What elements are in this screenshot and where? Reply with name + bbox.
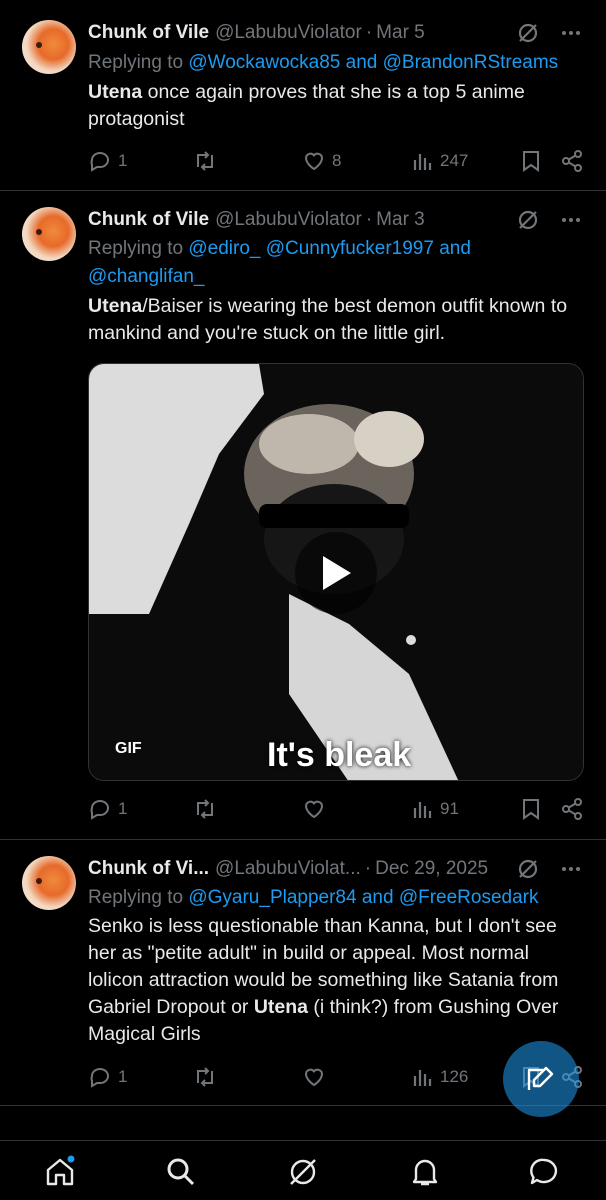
share-icon	[562, 150, 582, 172]
tweet-1[interactable]: Chunk of Vile @LabubuViolator · Mar 5 Re…	[0, 0, 606, 190]
views-button[interactable]: 247	[412, 146, 468, 176]
bookmark-icon	[523, 799, 539, 820]
more-icon[interactable]	[560, 209, 582, 231]
reply-count: 1	[118, 1067, 128, 1086]
repost-button[interactable]	[192, 794, 224, 824]
grok-icon[interactable]	[516, 208, 540, 232]
repost-button[interactable]	[192, 1062, 224, 1092]
repost-button[interactable]	[192, 146, 224, 176]
bookmark-icon	[523, 151, 539, 172]
avatar[interactable]	[22, 207, 76, 261]
author-handle[interactable]: @LabubuViolator	[215, 22, 362, 44]
compose-button[interactable]	[503, 1041, 579, 1117]
play-button[interactable]	[295, 532, 377, 614]
action-bar: 1 91	[88, 794, 588, 824]
nav-notifications[interactable]	[408, 1155, 442, 1189]
author-name[interactable]: Chunk of Vi...	[88, 858, 209, 880]
grok-icon[interactable]	[516, 857, 540, 881]
avatar[interactable]	[22, 20, 76, 74]
repost-icon	[197, 1067, 213, 1087]
repost-icon	[197, 151, 213, 171]
like-icon	[304, 1068, 324, 1087]
reply-count: 1	[118, 799, 128, 818]
nav-grok[interactable]	[286, 1155, 320, 1189]
reply-button[interactable]: 1	[88, 794, 127, 824]
like-icon	[304, 152, 324, 171]
gif-media[interactable]: GIF It's bleak	[88, 363, 584, 781]
author-name[interactable]: Chunk of Vile	[88, 209, 209, 231]
views-count: 126	[440, 1067, 469, 1086]
bookmark-button[interactable]	[520, 794, 542, 824]
tweet-date[interactable]: Mar 3	[376, 209, 425, 231]
views-icon	[413, 154, 432, 170]
like-count: 8	[332, 151, 342, 170]
reply-button[interactable]: 1	[88, 146, 127, 176]
tweet-date[interactable]: Dec 29, 2025	[375, 858, 488, 880]
reply-mentions[interactable]: @Wockawocka85 and @BrandonRStreams	[188, 52, 558, 73]
grok-icon	[290, 1159, 316, 1185]
repost-icon	[197, 799, 213, 819]
tweet-text-body: once again proves that she is a top 5 an…	[88, 81, 525, 130]
separator-dot: ·	[365, 209, 373, 230]
like-button[interactable]: 8	[302, 146, 341, 176]
separator-dot: ·	[365, 22, 373, 43]
tweet-text: Utena/Baiser is wearing the best demon o…	[88, 293, 582, 347]
reply-mentions[interactable]: @Gyaru_Plapper84 and @FreeRosedark	[188, 887, 538, 908]
highlighted-term: Utena	[88, 295, 143, 317]
gif-caption: It's bleak	[267, 736, 412, 774]
views-icon	[413, 1070, 432, 1086]
author-handle[interactable]: @LabubuViolat...	[215, 858, 361, 880]
share-icon	[562, 798, 582, 820]
replying-label: Replying to	[88, 52, 189, 73]
replying-to: Replying to @Gyaru_Plapper84 and @FreeRo…	[88, 884, 586, 912]
like-button[interactable]	[302, 1062, 332, 1092]
views-icon	[413, 802, 432, 818]
action-bar: 1 8 247	[88, 146, 588, 176]
more-icon[interactable]	[560, 858, 582, 880]
replying-label: Replying to	[88, 238, 189, 259]
bookmark-button[interactable]	[520, 146, 542, 176]
replying-label: Replying to	[88, 887, 189, 908]
tweet-2[interactable]: Chunk of Vile @LabubuViolator · Mar 3 Re…	[0, 191, 606, 839]
views-count: 247	[440, 151, 469, 170]
replying-to: Replying to @Wockawocka85 and @BrandonRS…	[88, 49, 586, 77]
views-count: 91	[440, 799, 459, 818]
views-button[interactable]: 126	[412, 1062, 468, 1092]
tweet-text: Utena once again proves that she is a to…	[88, 79, 582, 133]
reply-count: 1	[118, 151, 128, 170]
home-icon	[46, 1155, 75, 1186]
gif-badge: GIF	[115, 740, 142, 757]
separator-dot: ·	[364, 858, 372, 879]
bottom-nav	[0, 1140, 606, 1200]
highlighted-term: Utena	[253, 996, 309, 1018]
reply-icon	[90, 800, 109, 820]
author-handle[interactable]: @LabubuViolator	[215, 209, 362, 231]
views-button[interactable]: 91	[412, 794, 459, 824]
like-icon	[304, 800, 324, 819]
nav-search[interactable]	[164, 1155, 198, 1189]
avatar[interactable]	[22, 856, 76, 910]
tweet-text-body: /Baiser is wearing the best demon outfit…	[88, 295, 568, 344]
replying-to: Replying to @ediro_ @Cunnyfucker1997 and…	[88, 235, 506, 291]
nav-home[interactable]	[43, 1155, 77, 1189]
compose-icon	[527, 1066, 554, 1090]
tweet-date[interactable]: Mar 5	[376, 22, 425, 44]
like-button[interactable]	[302, 794, 332, 824]
share-button[interactable]	[560, 146, 584, 176]
play-icon	[323, 556, 351, 590]
author-name[interactable]: Chunk of Vile	[88, 22, 209, 44]
reply-icon	[90, 1068, 109, 1088]
more-icon[interactable]	[560, 22, 582, 44]
search-icon	[167, 1158, 195, 1186]
reply-button[interactable]: 1	[88, 1062, 127, 1092]
notifications-icon	[412, 1159, 438, 1186]
reply-icon	[90, 152, 109, 172]
messages-icon	[530, 1158, 558, 1185]
nav-messages[interactable]	[527, 1155, 561, 1189]
tweet-text: Senko is less questionable than Kanna, b…	[88, 913, 582, 1048]
highlighted-term: Utena	[88, 81, 143, 103]
grok-icon[interactable]	[516, 21, 540, 45]
share-button[interactable]	[560, 794, 584, 824]
